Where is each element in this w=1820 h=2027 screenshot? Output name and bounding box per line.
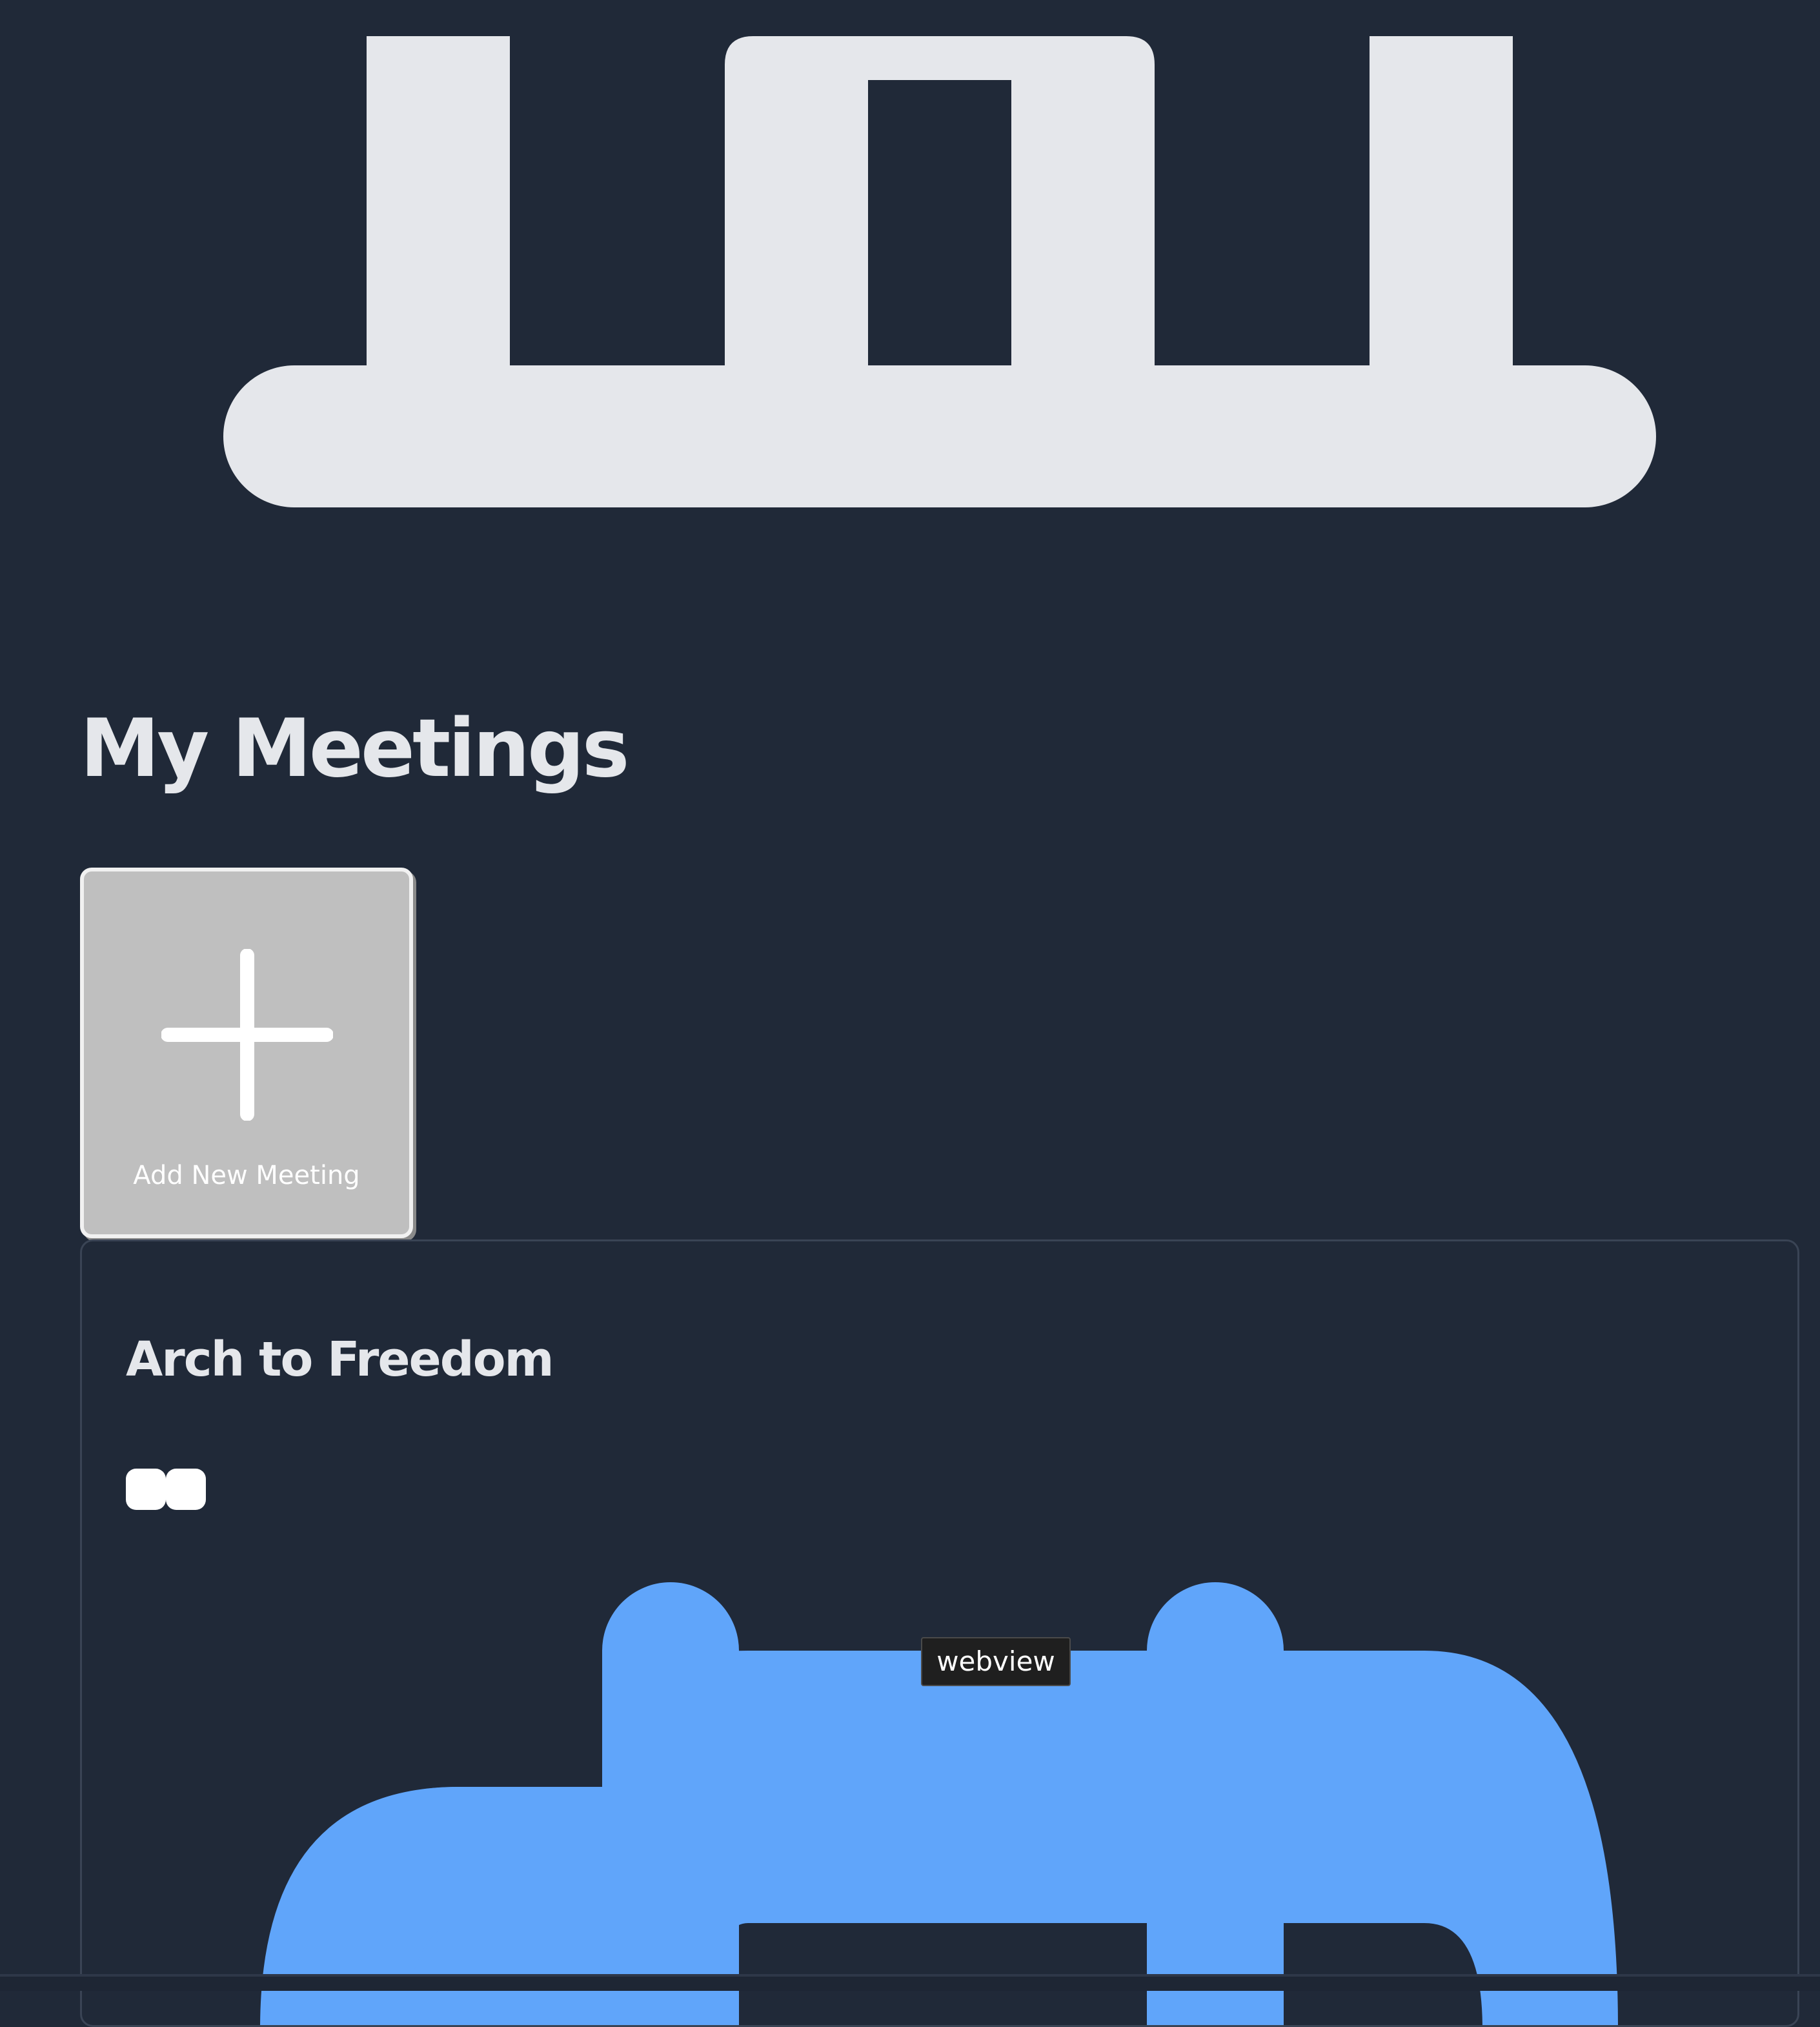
plus-icon xyxy=(161,949,333,1121)
calendar-icon xyxy=(223,36,1656,507)
meeting-card[interactable]: Arch to Freedom xyxy=(80,1239,1799,2027)
add-new-meeting-label: Add New Meeting xyxy=(133,1161,360,1190)
bottom-divider xyxy=(0,1974,1820,1991)
webview-tooltip: webview xyxy=(921,1637,1071,1686)
add-new-meeting-button[interactable]: Add New Meeting xyxy=(80,868,413,1238)
page-title: My Meetings xyxy=(80,702,630,795)
calendar-icon xyxy=(260,1582,1618,2025)
